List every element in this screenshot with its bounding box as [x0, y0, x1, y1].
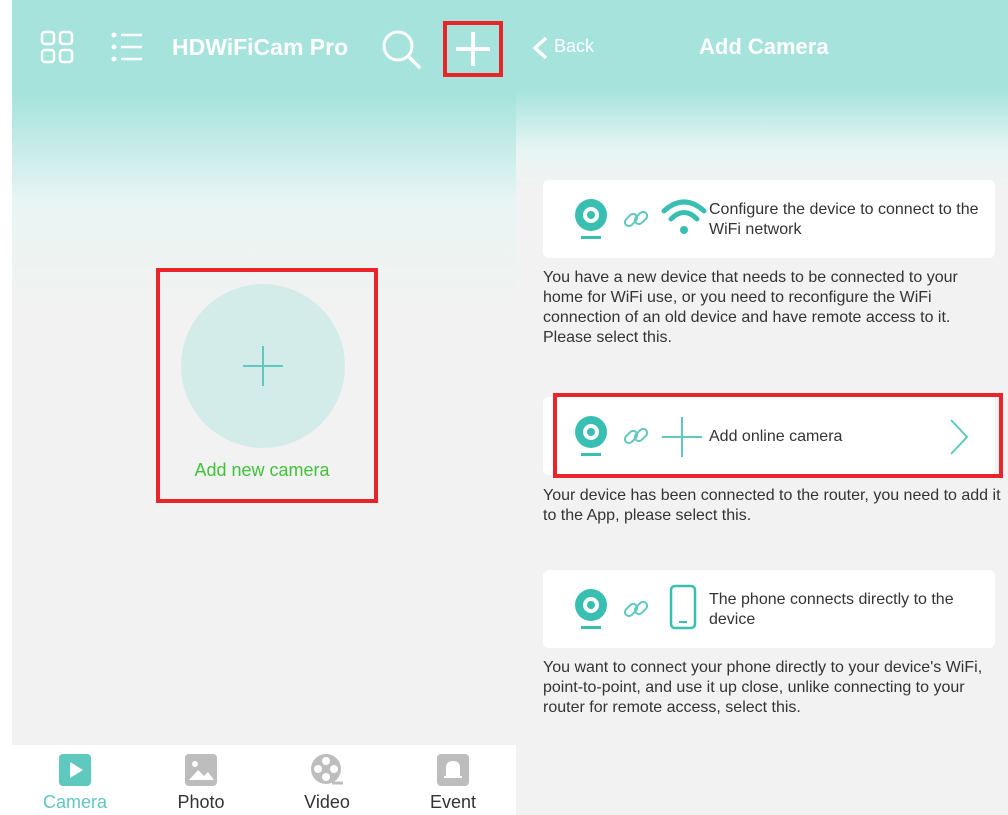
- link-icon: [623, 600, 649, 618]
- film-reel-icon: [311, 754, 343, 785]
- list-icon[interactable]: [110, 30, 144, 64]
- bell-icon: [437, 754, 469, 786]
- add-camera-screen: Back Add Camera Configure the device to …: [516, 0, 1008, 815]
- link-icon: [623, 210, 649, 228]
- option-direct-connect[interactable]: The phone connects directly to the devic…: [543, 570, 995, 648]
- tab-label: Video: [304, 792, 350, 812]
- tab-event[interactable]: Event: [390, 745, 516, 815]
- option-configure-wifi[interactable]: Configure the device to connect to the W…: [543, 180, 995, 258]
- add-online-camera-highlight: [553, 393, 1003, 478]
- bottom-tab-bar: Camera Photo Video Event: [12, 745, 516, 815]
- chevron-left-icon: [532, 36, 548, 60]
- tab-label: Photo: [177, 792, 225, 812]
- app-title: HDWiFiCam Pro: [172, 34, 349, 60]
- header-background: [516, 0, 1008, 190]
- option-label: The phone connects directly to the devic…: [709, 591, 954, 628]
- search-icon[interactable]: [380, 28, 422, 70]
- option-description: You want to connect your phone directly …: [543, 659, 983, 716]
- image-icon: [185, 754, 217, 786]
- plus-icon[interactable]: [453, 29, 493, 69]
- add-camera-button[interactable]: [181, 284, 345, 448]
- tab-camera[interactable]: Camera: [12, 745, 138, 815]
- back-label: Back: [554, 36, 595, 56]
- wifi-icon: [661, 199, 707, 234]
- option-description: You have a new device that needs to be c…: [543, 269, 958, 346]
- camera-list-screen: HDWiFiCam Pro Add new camera Camera Phot…: [12, 0, 516, 815]
- tab-video[interactable]: Video: [264, 745, 390, 815]
- back-button[interactable]: Back: [530, 32, 610, 62]
- tab-label: Event: [429, 792, 477, 812]
- tab-label: Camera: [42, 792, 108, 812]
- camera-icon: [575, 199, 607, 239]
- tab-photo[interactable]: Photo: [138, 745, 264, 815]
- page-title: Add Camera: [699, 34, 829, 59]
- play-icon: [59, 754, 91, 786]
- phone-icon: [669, 584, 697, 630]
- grid-icon[interactable]: [40, 30, 74, 64]
- add-new-camera-label[interactable]: Add new camera: [152, 460, 372, 481]
- camera-icon: [575, 589, 607, 629]
- option-label: Configure the device to connect to the W…: [709, 201, 979, 238]
- option-description: Your device has been connected to the ro…: [543, 487, 1001, 524]
- plus-icon: [243, 346, 283, 386]
